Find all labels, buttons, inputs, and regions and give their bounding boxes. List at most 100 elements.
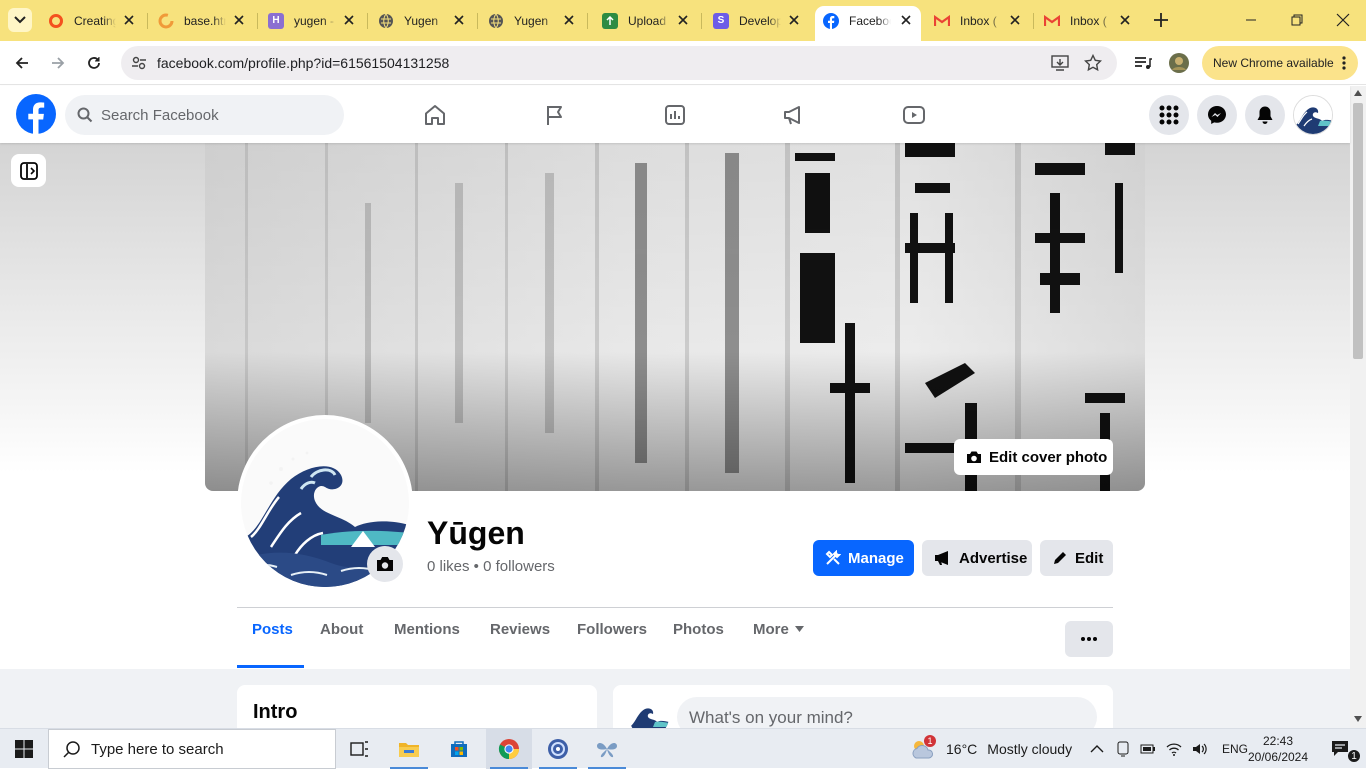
scrollbar-thumb[interactable] — [1353, 103, 1363, 359]
great-wave-avatar-icon — [1294, 96, 1332, 134]
task-view-button[interactable] — [337, 729, 383, 769]
app-globe-icon — [548, 739, 568, 759]
chrome-app[interactable] — [486, 729, 532, 769]
browser-tab[interactable]: H yugen - — [260, 6, 364, 35]
search-input[interactable] — [101, 106, 321, 124]
close-icon[interactable] — [787, 13, 801, 27]
notifications-button[interactable] — [1245, 95, 1285, 135]
volume-icon[interactable] — [1192, 742, 1208, 756]
close-icon[interactable] — [562, 13, 576, 27]
chevron-up-icon[interactable] — [1090, 744, 1104, 754]
tab-posts[interactable]: Posts — [252, 621, 293, 638]
tab-more[interactable]: More — [753, 621, 804, 638]
device-icon[interactable] — [1116, 741, 1130, 757]
browser-tab[interactable]: S Develop — [705, 6, 809, 35]
microsoft-store-app[interactable] — [436, 729, 482, 769]
tab-followers[interactable]: Followers — [577, 621, 647, 638]
weather-widget[interactable]: 1 16°C Mostly cloudy — [910, 735, 1072, 760]
update-chrome-button[interactable]: New Chrome available — [1202, 46, 1358, 80]
browser-tab[interactable]: Upload — [594, 6, 698, 35]
tab-more-label: More — [753, 621, 789, 638]
advertise-button[interactable]: Advertise — [922, 540, 1032, 576]
update-profile-picture-button[interactable] — [367, 546, 403, 582]
site-settings-icon[interactable] — [131, 55, 147, 71]
facebook-search[interactable] — [65, 95, 344, 135]
messenger-button[interactable] — [1197, 95, 1237, 135]
new-tab-button[interactable] — [1150, 9, 1172, 31]
pinned-app-1[interactable] — [535, 729, 581, 769]
task-view-icon — [350, 741, 368, 757]
close-icon[interactable] — [452, 13, 466, 27]
page-stats[interactable]: 0 likes • 0 followers — [427, 558, 555, 575]
back-button[interactable] — [8, 49, 36, 77]
close-icon[interactable] — [1008, 13, 1022, 27]
clock[interactable]: 22:43 20/06/2024 — [1246, 733, 1310, 765]
close-icon[interactable] — [1118, 13, 1132, 27]
nav-video[interactable] — [858, 90, 970, 140]
plus-icon — [1154, 13, 1168, 27]
browser-tab[interactable]: base.html — [150, 6, 254, 35]
menu-button[interactable] — [1149, 95, 1189, 135]
pinned-app-2[interactable] — [584, 729, 630, 769]
browser-tab-active[interactable]: Facebook — [815, 6, 921, 41]
tab-mentions[interactable]: Mentions — [394, 621, 460, 638]
language-indicator[interactable]: ENG — [1222, 742, 1248, 756]
upload-icon — [602, 12, 618, 29]
page-scrollbar[interactable] — [1350, 86, 1366, 728]
file-explorer-app[interactable] — [386, 729, 432, 769]
nav-ads[interactable] — [738, 90, 850, 140]
bookmark-star-icon[interactable] — [1084, 54, 1102, 72]
tab-search-button[interactable] — [8, 8, 32, 32]
account-avatar[interactable] — [1293, 95, 1333, 135]
profile-button[interactable] — [1165, 49, 1193, 77]
reload-button[interactable] — [80, 49, 108, 77]
browser-tab[interactable]: Inbox ( — [1036, 6, 1140, 35]
start-button[interactable] — [0, 729, 48, 769]
facebook-logo[interactable] — [16, 94, 56, 134]
install-app-icon[interactable] — [1051, 55, 1069, 71]
browser-tab[interactable]: Inbox ( — [926, 6, 1030, 35]
notification-center-button[interactable]: 1 — [1318, 729, 1364, 769]
browser-tab[interactable]: Yugen — [480, 6, 584, 35]
nav-insights[interactable] — [619, 90, 731, 140]
close-icon[interactable] — [122, 13, 136, 27]
tab-photos[interactable]: Photos — [673, 621, 724, 638]
toggle-sidebar-button[interactable] — [11, 154, 46, 187]
nav-pages[interactable] — [499, 90, 611, 140]
manage-button[interactable]: Manage — [813, 540, 914, 576]
close-window-button[interactable] — [1320, 0, 1366, 40]
facebook-logo-icon — [16, 94, 56, 134]
restore-button[interactable] — [1274, 0, 1320, 40]
media-controls-button[interactable] — [1129, 49, 1157, 77]
scroll-up-icon[interactable] — [1354, 90, 1362, 96]
tab-about[interactable]: About — [320, 621, 363, 638]
battery-icon[interactable] — [1140, 743, 1156, 755]
close-icon[interactable] — [232, 13, 246, 27]
weather-temp: 16°C — [946, 741, 978, 757]
tab-title: base.html — [184, 13, 226, 28]
browser-tab[interactable]: Yugen — [370, 6, 474, 35]
minimize-button[interactable] — [1228, 0, 1274, 40]
forward-button[interactable] — [44, 49, 72, 77]
taskbar-search[interactable]: Type here to search — [48, 729, 336, 769]
close-icon[interactable] — [342, 13, 356, 27]
scroll-down-icon[interactable] — [1354, 716, 1362, 722]
edit-button[interactable]: Edit — [1040, 540, 1113, 576]
more-options-button[interactable] — [1065, 621, 1113, 657]
wifi-icon[interactable] — [1166, 742, 1182, 756]
close-icon[interactable] — [899, 13, 913, 27]
tab-title: Creating — [74, 13, 116, 28]
notification-count: 1 — [1347, 749, 1361, 763]
update-label: New Chrome available — [1213, 56, 1334, 70]
edit-cover-photo-button[interactable]: Edit cover photo — [954, 439, 1113, 475]
bell-icon — [1257, 106, 1273, 124]
clock-date: 20/06/2024 — [1247, 750, 1309, 764]
nav-home[interactable] — [379, 90, 491, 140]
close-icon[interactable] — [676, 13, 690, 27]
app-butterfly-icon — [597, 742, 617, 758]
url-text[interactable]: facebook.com/profile.php?id=615615041312… — [157, 55, 449, 71]
tab-reviews[interactable]: Reviews — [490, 621, 550, 638]
address-bar[interactable]: facebook.com/profile.php?id=615615041312… — [121, 46, 1117, 80]
browser-tab[interactable]: Creating — [40, 6, 144, 35]
facebook-icon — [823, 12, 839, 29]
